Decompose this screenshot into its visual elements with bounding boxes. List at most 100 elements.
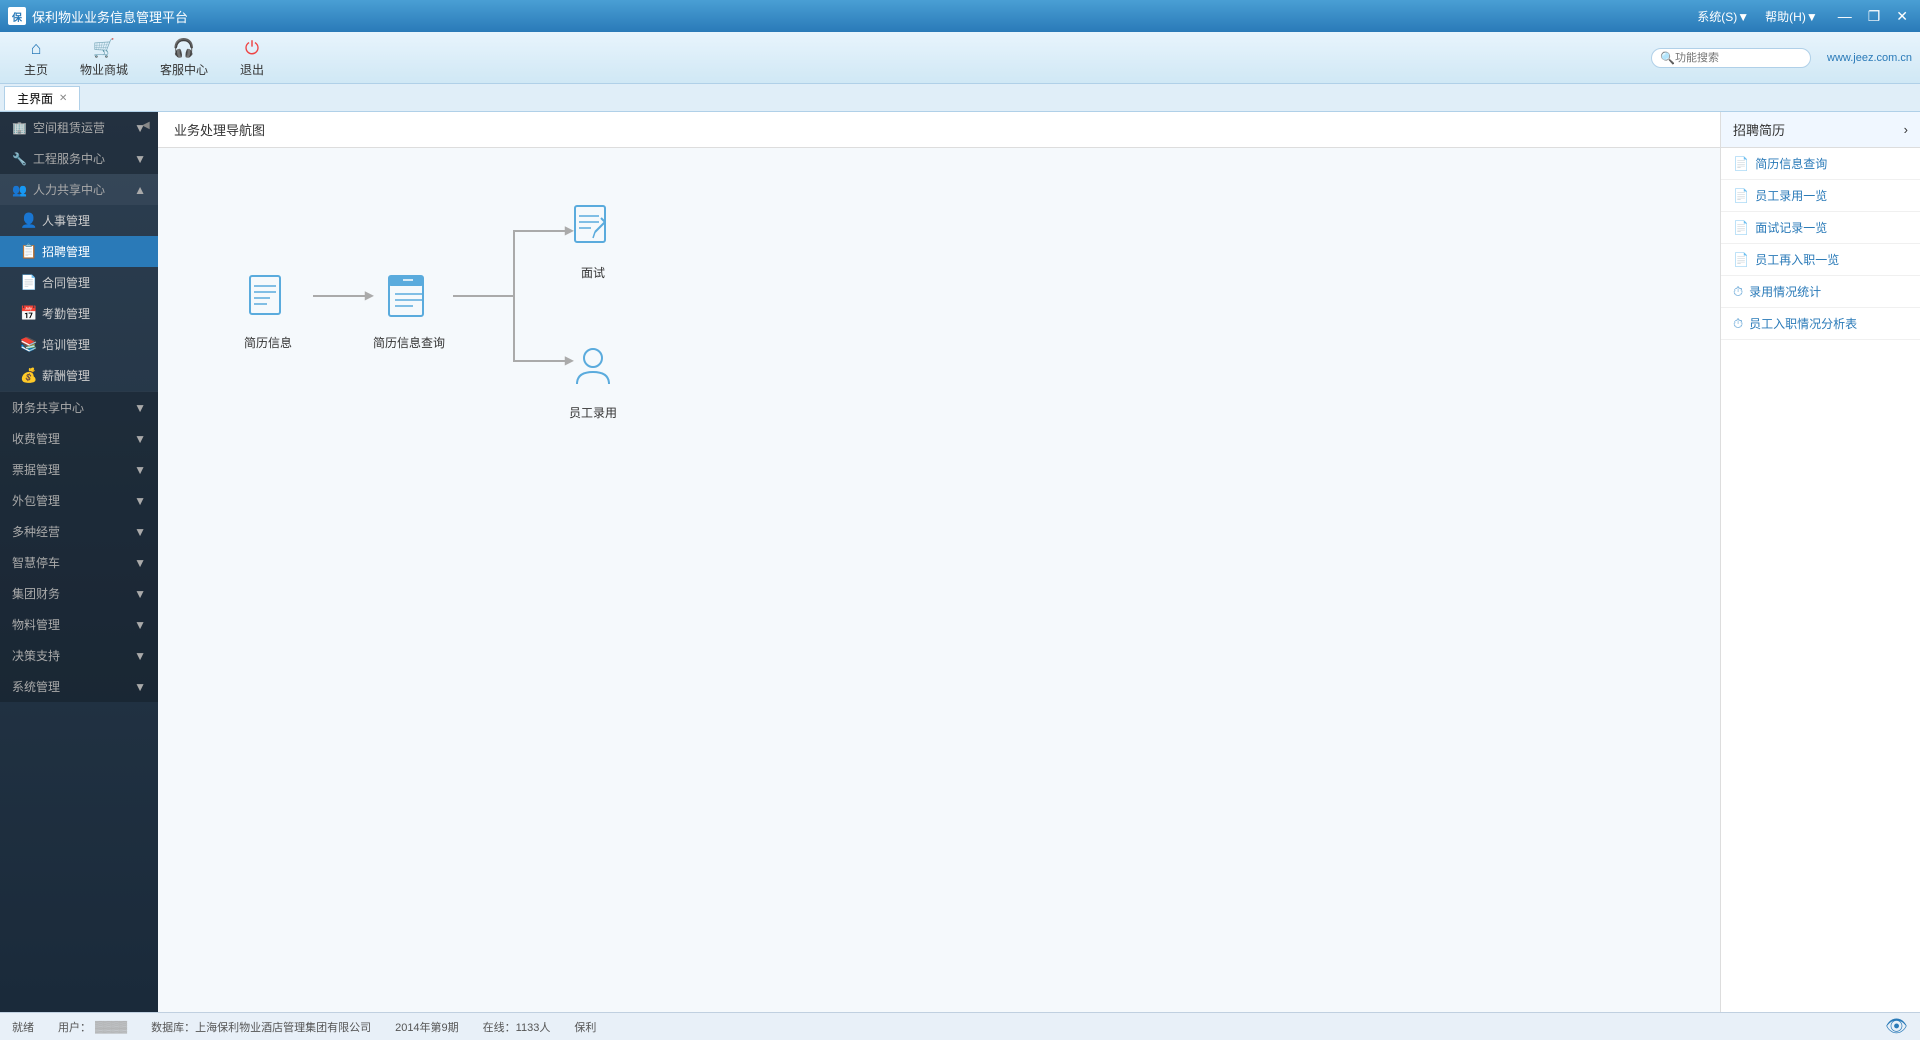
tab-close-icon[interactable]: ✕ <box>59 93 67 104</box>
eye-icon[interactable]: 👁 <box>1885 1016 1908 1037</box>
mall-icon: 🛒 <box>93 38 115 59</box>
right-panel-item-employee-analysis[interactable]: ⏱ 员工入职情况分析表 <box>1721 308 1920 340</box>
sidebar-item-invoice-mgmt[interactable]: 票据管理 ▼ <box>0 454 158 485</box>
sidebar-item-attendance-mgmt[interactable]: 📅 考勤管理 <box>0 298 158 329</box>
system-menu[interactable]: 系统(S)▼ <box>1697 8 1749 25</box>
tab-main[interactable]: 主界面 ✕ <box>4 86 80 110</box>
sidebar-item-hr-shared[interactable]: 👥 人力共享中心 ▲ <box>0 174 158 205</box>
right-panel-item-resume-query[interactable]: 📄 简历信息查询 <box>1721 148 1920 180</box>
app-title: 保利物业业务信息管理平台 <box>32 7 188 26</box>
sidebar: ◀ 🏢 空间租赁运营 ▼ 🔧 工程服务中心 ▼ 👥 人力共享中心 ▲ 👤 人事管… <box>0 112 158 1012</box>
menu-logout[interactable]: ⏻ 退出 <box>224 34 280 82</box>
sidebar-item-finance-shared[interactable]: 财务共享中心 ▼ <box>0 392 158 423</box>
sidebar-item-system-mgmt[interactable]: 系统管理 ▼ <box>0 671 158 702</box>
group-finance-label: 集团财务 <box>12 585 60 602</box>
status-bar: 就绪 用户： ▓▓▓▓ 数据库：上海保利物业酒店管理集团有限公司 2014年第9… <box>0 1012 1920 1040</box>
engineering-label: 工程服务中心 <box>33 150 105 167</box>
menu-mall[interactable]: 🛒 物业商城 <box>64 34 144 82</box>
sidebar-item-engineering[interactable]: 🔧 工程服务中心 ▼ <box>0 143 158 174</box>
menu-service[interactable]: 🎧 客服中心 <box>144 34 224 82</box>
sidebar-item-salary-mgmt[interactable]: 💰 薪酬管理 <box>0 360 158 391</box>
right-panel-item-hire-stats[interactable]: ⏱ 录用情况统计 <box>1721 276 1920 308</box>
hire-icon <box>563 338 623 398</box>
status-online: 在线：1133人 <box>483 1019 551 1035</box>
employee-analysis-label: 员工入职情况分析表 <box>1749 315 1857 332</box>
sidebar-item-recruit-mgmt[interactable]: 📋 招聘管理 <box>0 236 158 267</box>
flow-arrow-interview: ▶ <box>513 230 568 232</box>
title-bar: 保 保利物业业务信息管理平台 系统(S)▼ 帮助(H)▼ — ❐ ✕ <box>0 0 1920 32</box>
finance-shared-label: 财务共享中心 <box>12 399 84 416</box>
main-layout: ◀ 🏢 空间租赁运营 ▼ 🔧 工程服务中心 ▼ 👥 人力共享中心 ▲ 👤 人事管… <box>0 112 1920 1012</box>
title-bar-right: 系统(S)▼ 帮助(H)▼ — ❐ ✕ <box>1697 8 1912 25</box>
database-label: 数据库：上海保利物业酒店管理集团有限公司 <box>151 1019 371 1035</box>
sidebar-item-diversified[interactable]: 多种经营 ▼ <box>0 516 158 547</box>
invoice-mgmt-label: 票据管理 <box>12 461 60 478</box>
flow-fork-line <box>453 295 513 297</box>
window-controls: — ❐ ✕ <box>1834 8 1912 25</box>
logout-icon: ⏻ <box>245 38 259 59</box>
menu-home[interactable]: ⌂ 主页 <box>8 34 64 82</box>
hire-label: 员工录用 <box>569 404 617 421</box>
flow-node-hire[interactable]: 员工录用 <box>563 338 623 421</box>
status-period: 2014年第9期 <box>395 1019 459 1035</box>
user-name: ▓▓▓▓ <box>95 1021 127 1033</box>
right-panel-header[interactable]: 招聘简历 › <box>1721 112 1920 148</box>
flow-diagram: 简历信息 ▶ <box>178 188 878 488</box>
tab-bar: 主界面 ✕ <box>0 84 1920 112</box>
interview-icon <box>563 198 623 258</box>
menu-logout-label: 退出 <box>240 61 264 78</box>
search-icon: 🔍 <box>1660 51 1675 65</box>
jeez-link[interactable]: www.jeez.com.cn <box>1827 52 1912 64</box>
flow-arrow-hire: ▶ <box>513 360 568 362</box>
flow-node-resume-query[interactable]: 简历信息查询 <box>373 268 445 351</box>
flow-node-interview[interactable]: 面试 <box>563 198 623 281</box>
re-hire-list-label: 员工再入职一览 <box>1755 251 1839 268</box>
status-user: 用户： ▓▓▓▓ <box>58 1019 127 1035</box>
hr-mgmt-icon: 👤 <box>20 212 36 229</box>
sidebar-item-material-mgmt[interactable]: 物料管理 ▼ <box>0 609 158 640</box>
menu-home-label: 主页 <box>24 61 48 78</box>
material-mgmt-label: 物料管理 <box>12 616 60 633</box>
sidebar-item-smart-parking[interactable]: 智慧停车 ▼ <box>0 547 158 578</box>
employee-analysis-icon: ⏱ <box>1733 316 1743 332</box>
hr-shared-icon: 👥 <box>12 183 27 197</box>
resume-info-icon <box>238 268 298 328</box>
right-panel-arrow: › <box>1904 122 1908 137</box>
minimize-button[interactable]: — <box>1834 8 1856 25</box>
company-label: 保利 <box>574 1019 596 1035</box>
close-button[interactable]: ✕ <box>1892 8 1912 25</box>
flow-vertical-up <box>513 230 515 295</box>
fee-mgmt-label: 收费管理 <box>12 430 60 447</box>
hire-list-icon: 📄 <box>1733 188 1749 204</box>
menu-bar: ⌂ 主页 🛒 物业商城 🎧 客服中心 ⏻ 退出 🔍 www.jeez.com.c… <box>0 32 1920 84</box>
sidebar-item-space-rental[interactable]: 🏢 空间租赁运营 ▼ <box>0 112 158 143</box>
right-panel-item-interview-list[interactable]: 📄 面试记录一览 <box>1721 212 1920 244</box>
hr-mgmt-label: 人事管理 <box>42 212 90 229</box>
flow-node-resume-info[interactable]: 简历信息 <box>238 268 298 351</box>
help-menu[interactable]: 帮助(H)▼ <box>1765 8 1818 25</box>
resume-info-label: 简历信息 <box>244 334 292 351</box>
sidebar-collapse-button[interactable]: ◀ <box>142 112 158 1012</box>
contract-mgmt-label: 合同管理 <box>42 274 90 291</box>
re-hire-list-icon: 📄 <box>1733 252 1749 268</box>
online-label: 在线：1133人 <box>483 1019 551 1035</box>
engineering-icon: 🔧 <box>12 152 27 166</box>
search-box[interactable]: 🔍 <box>1651 48 1811 68</box>
search-input[interactable] <box>1675 52 1795 64</box>
sidebar-item-hr-mgmt[interactable]: 👤 人事管理 <box>0 205 158 236</box>
right-panel-item-hire-list[interactable]: 📄 员工录用一览 <box>1721 180 1920 212</box>
contract-mgmt-icon: 📄 <box>20 274 36 291</box>
sidebar-item-contract-mgmt[interactable]: 📄 合同管理 <box>0 267 158 298</box>
outsource-mgmt-label: 外包管理 <box>12 492 60 509</box>
system-mgmt-label: 系统管理 <box>12 678 60 695</box>
sidebar-item-training-mgmt[interactable]: 📚 培训管理 <box>0 329 158 360</box>
restore-button[interactable]: ❐ <box>1864 8 1885 25</box>
attendance-mgmt-icon: 📅 <box>20 305 36 322</box>
right-panel-item-re-hire-list[interactable]: 📄 员工再入职一览 <box>1721 244 1920 276</box>
sidebar-item-outsource-mgmt[interactable]: 外包管理 ▼ <box>0 485 158 516</box>
content-header: 业务处理导航图 <box>158 112 1720 148</box>
sidebar-item-fee-mgmt[interactable]: 收费管理 ▼ <box>0 423 158 454</box>
salary-mgmt-icon: 💰 <box>20 367 36 384</box>
sidebar-item-group-finance[interactable]: 集团财务 ▼ <box>0 578 158 609</box>
sidebar-item-decision-support[interactable]: 决策支持 ▼ <box>0 640 158 671</box>
